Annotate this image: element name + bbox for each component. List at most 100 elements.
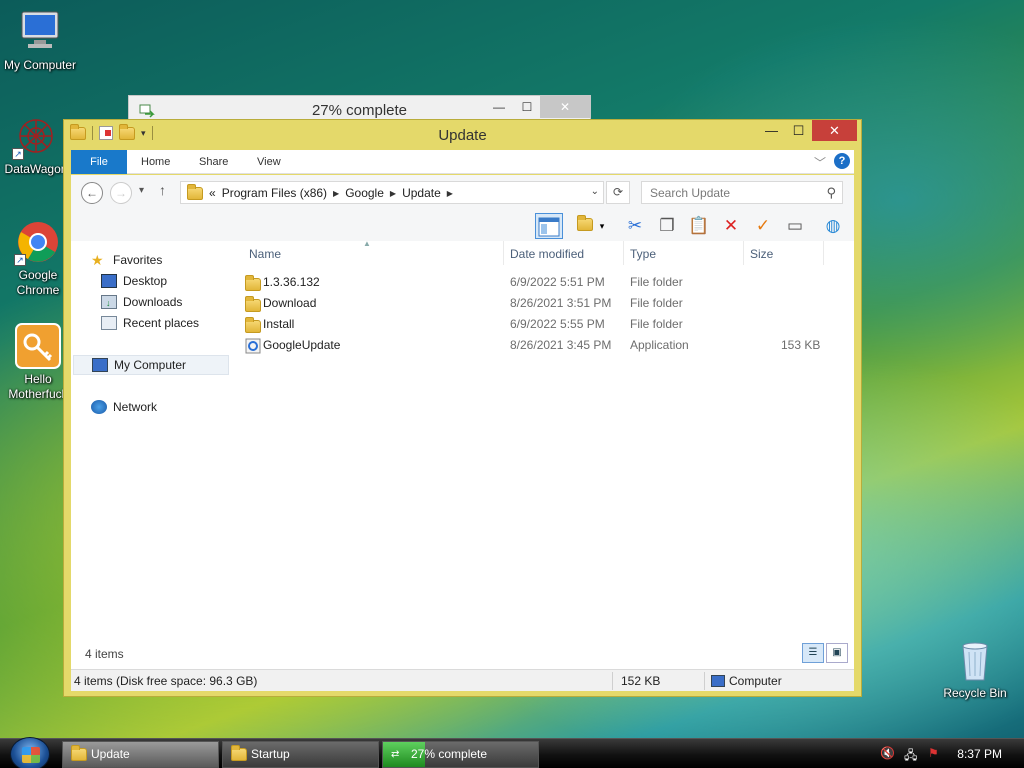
action-center-icon[interactable]: ⚑ — [928, 746, 939, 760]
maximize-button[interactable]: ☐ — [785, 120, 812, 141]
computer-icon — [711, 675, 725, 687]
status-selected-size: 152 KB — [621, 674, 661, 688]
start-button[interactable] — [10, 737, 50, 768]
up-arrow-icon[interactable]: ↑ — [159, 182, 166, 198]
desktop-icon-label: Recycle Bin — [943, 686, 1007, 700]
folder-icon — [231, 745, 247, 761]
status-location: Computer — [729, 674, 782, 688]
search-icon: ⚲ — [826, 185, 836, 200]
explorer-window: ▾ Update — ☐ ✕ File Home Share View ﹀ ? … — [63, 119, 862, 697]
shortcut-arrow-icon: ↗ — [14, 254, 26, 266]
copy-icon[interactable]: ❐ — [653, 213, 681, 239]
status-disk-free: 4 items (Disk free space: 96.3 GB) — [74, 674, 258, 688]
folder-icon — [71, 745, 87, 761]
content-pane: ★ Favorites Desktop ↓ Downloads Recent p… — [71, 239, 854, 669]
breadcrumb-arrow-icon[interactable]: ▶ — [390, 189, 396, 198]
minimize-button[interactable]: — — [485, 96, 513, 118]
paste-icon[interactable]: 📋 — [685, 213, 713, 239]
nav-favorites[interactable]: ★ Favorites — [91, 250, 162, 270]
search-placeholder: Search Update — [650, 186, 731, 200]
nav-my-computer[interactable]: My Computer — [73, 355, 229, 375]
tab-file[interactable]: File — [71, 150, 127, 174]
desktop-icon-label: My Computer — [3, 58, 77, 72]
copy-progress-icon: ⇄ — [391, 749, 400, 760]
forward-button[interactable]: → — [110, 182, 132, 204]
breadcrumb-google[interactable]: Google — [345, 186, 384, 200]
star-icon: ★ — [91, 252, 104, 268]
search-input[interactable]: Search Update ⚲ — [641, 181, 843, 204]
breadcrumb-program-files[interactable]: Program Files (x86) — [222, 186, 327, 200]
network-status-icon[interactable]: 🖧 — [904, 746, 917, 767]
minimize-button[interactable]: — — [758, 120, 785, 141]
maximize-button[interactable]: ☐ — [513, 96, 541, 118]
recent-locations-icon[interactable]: ▾ — [139, 185, 144, 196]
ribbon-tabs: File Home Share View ﹀ ? — [71, 150, 854, 174]
windows-logo-icon — [22, 747, 40, 763]
status-bar: 4 items (Disk free space: 96.3 GB) 152 K… — [71, 669, 854, 691]
column-header-type[interactable]: Type — [630, 247, 656, 261]
back-button[interactable]: ← — [81, 182, 103, 204]
desktop-icon-recycle-bin[interactable]: Recycle Bin — [935, 636, 1015, 701]
tab-home[interactable]: Home — [127, 150, 184, 174]
folder-icon — [245, 317, 261, 333]
volume-muted-icon[interactable]: 🔇 — [880, 746, 895, 760]
check-icon[interactable]: ✓ — [749, 213, 777, 239]
navigation-bar: ← → ▾ ↑ « Program Files (x86) ▶ Google ▶… — [71, 175, 854, 211]
nav-desktop[interactable]: Desktop — [101, 271, 167, 291]
large-icons-view-icon[interactable]: ▣ — [826, 643, 848, 663]
network-icon — [91, 400, 107, 414]
taskbar: Update Startup ⇄ 27% complete 🔇 🖧 ⚑ 8:37… — [0, 737, 1024, 768]
breadcrumb-update[interactable]: Update — [402, 186, 441, 200]
nav-recent-places[interactable]: Recent places — [101, 313, 199, 333]
folder-icon — [187, 183, 203, 200]
overflow-chevron-icon[interactable]: « — [209, 186, 216, 200]
delete-icon[interactable]: ✕ — [717, 213, 745, 239]
preview-pane-icon[interactable] — [535, 213, 563, 239]
navigation-pane: ★ Favorites Desktop ↓ Downloads Recent p… — [71, 241, 236, 669]
datawagon-icon: ↗ — [12, 112, 60, 160]
folder-icon — [245, 275, 261, 291]
application-icon — [245, 338, 261, 357]
close-button[interactable]: ✕ — [812, 120, 857, 141]
taskbar-item-update[interactable]: Update — [62, 741, 219, 768]
address-bar[interactable]: « Program Files (x86) ▶ Google ▶ Update … — [180, 181, 604, 204]
globe-icon[interactable]: ◍ — [819, 213, 847, 239]
breadcrumb-arrow-icon[interactable]: ▶ — [447, 189, 453, 198]
tab-share[interactable]: Share — [185, 150, 242, 174]
expand-ribbon-icon[interactable]: ﹀ — [814, 154, 826, 171]
shortcut-arrow-icon: ↗ — [12, 148, 24, 160]
folder-icon — [245, 296, 261, 312]
item-count: 4 items — [85, 647, 124, 661]
title-bar[interactable]: ▾ Update — ☐ ✕ — [64, 120, 861, 150]
details-view-icon[interactable]: ☰ — [802, 643, 824, 663]
table-row[interactable]: Download 8/26/2021 3:51 PM File folder — [241, 293, 854, 314]
column-header-size[interactable]: Size — [750, 247, 773, 261]
close-button[interactable]: ✕ — [540, 96, 590, 118]
sort-indicator-icon: ▲ — [363, 239, 371, 248]
chevron-down-icon[interactable]: ▾ — [595, 213, 609, 239]
column-header-name[interactable]: Name — [249, 247, 281, 261]
help-icon[interactable]: ? — [834, 153, 850, 169]
nav-network[interactable]: Network — [91, 397, 157, 417]
taskbar-item-progress[interactable]: ⇄ 27% complete — [382, 741, 539, 768]
rename-icon[interactable]: ▭ — [781, 213, 809, 239]
refresh-button[interactable]: ⟳ — [606, 181, 630, 204]
address-dropdown-icon[interactable]: ⌄ — [591, 186, 599, 197]
column-header-date-modified[interactable]: Date modified — [510, 247, 584, 261]
table-row[interactable]: GoogleUpdate 8/26/2021 3:45 PM Applicati… — [241, 335, 854, 356]
clock[interactable]: 8:37 PM — [957, 747, 1002, 761]
computer-icon — [16, 8, 64, 56]
computer-icon — [92, 358, 108, 372]
desktop-icon-my-computer[interactable]: My Computer — [0, 8, 80, 73]
breadcrumb-arrow-icon[interactable]: ▶ — [333, 189, 339, 198]
cut-icon[interactable]: ✂ — [621, 213, 649, 239]
desktop-icon-label: Google Chrome — [16, 268, 60, 297]
table-row[interactable]: Install 6/9/2022 5:55 PM File folder — [241, 314, 854, 335]
nav-downloads[interactable]: ↓ Downloads — [101, 292, 182, 312]
tab-view[interactable]: View — [243, 150, 295, 174]
table-row[interactable]: 1.3.36.132 6/9/2022 5:51 PM File folder — [241, 272, 854, 293]
command-toolbar: ▾ ✂ ❐ 📋 ✕ ✓ ▭ ◍ — [71, 211, 854, 241]
taskbar-item-startup[interactable]: Startup — [222, 741, 379, 768]
window-title: Update — [438, 127, 487, 144]
chrome-icon: ↗ — [14, 218, 62, 266]
